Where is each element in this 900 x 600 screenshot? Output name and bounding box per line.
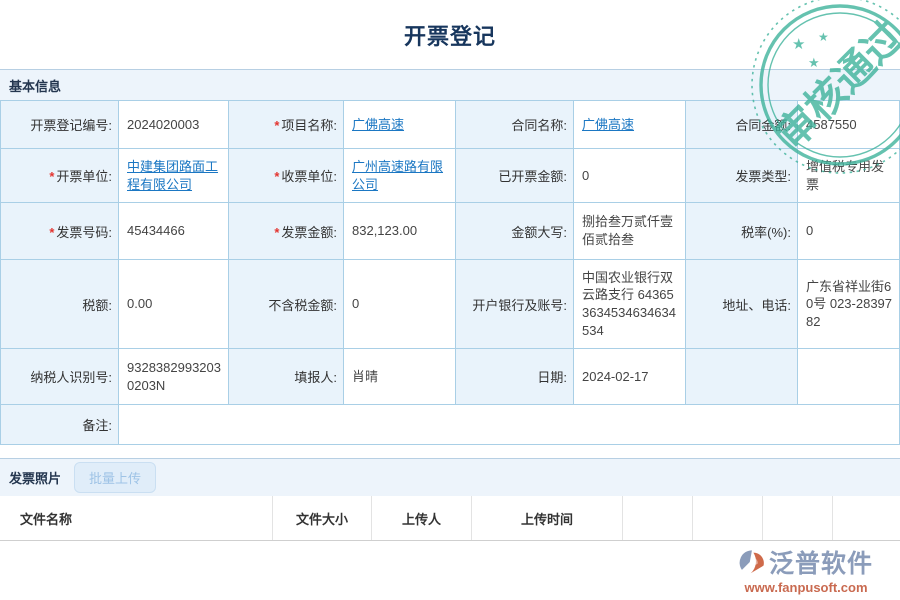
- field-value-reg-no: 2024020003: [119, 101, 229, 149]
- field-value-remark: [119, 405, 900, 445]
- required-marker: *: [274, 118, 279, 133]
- file-header-upload-time: 上传时间: [472, 496, 623, 540]
- field-label-contract-name: 合同名称:: [456, 101, 574, 149]
- brand-url: www.fanpusoft.com: [726, 580, 886, 595]
- form-row-6: 备注:: [1, 405, 900, 445]
- form-row-3: *发票号码: 45434466 *发票金额: 832,123.00 金额大写: …: [1, 203, 900, 260]
- basic-info-title: 基本信息: [9, 76, 61, 95]
- field-value-amount-in-words: 捌拾叁万贰仟壹佰贰拾叁: [574, 203, 686, 260]
- fanpu-logo-icon: [739, 549, 766, 576]
- file-header-empty-1: [623, 496, 693, 540]
- file-header-name: 文件名称: [0, 496, 273, 540]
- batch-upload-button[interactable]: 批量上传: [74, 462, 156, 493]
- project-name-link[interactable]: 广佛高速: [352, 117, 404, 132]
- field-value-invoice-amount: 832,123.00: [344, 203, 456, 260]
- file-header-empty-2: [693, 496, 763, 540]
- field-value-invoice-type: 增值税专用发票: [798, 149, 900, 203]
- empty-label-cell: [686, 349, 798, 405]
- file-header-uploader: 上传人: [372, 496, 472, 540]
- field-value-date: 2024-02-17: [574, 349, 686, 405]
- contract-name-link[interactable]: 广佛高速: [582, 117, 634, 132]
- field-label-taxpayer-id: 纳税人识别号:: [1, 349, 119, 405]
- field-value-invoiced-amount: 0: [574, 149, 686, 203]
- form-row-2: *开票单位: 中建集团路面工程有限公司 *收票单位: 广州高速路有限公司 已开票…: [1, 149, 900, 203]
- form-row-1: 开票登记编号: 2024020003 *项目名称: 广佛高速 合同名称: 广佛高…: [1, 101, 900, 149]
- file-header-empty-4: [833, 496, 900, 540]
- field-value-contract-name: 广佛高速: [574, 101, 686, 149]
- field-label-amount-in-words: 金额大写:: [456, 203, 574, 260]
- form-row-4: 税额: 0.00 不含税金额: 0 开户银行及账号: 中国农业银行双云路支行 6…: [1, 260, 900, 349]
- field-value-invoice-no: 45434466: [119, 203, 229, 260]
- field-label-amount-excl-tax: 不含税金额:: [229, 260, 344, 349]
- required-marker: *: [274, 169, 279, 184]
- required-marker: *: [49, 169, 54, 184]
- field-value-amount-excl-tax: 0: [344, 260, 456, 349]
- invoice-unit-link[interactable]: 中建集团路面工程有限公司: [127, 159, 218, 192]
- invoice-registration-page: 开票登记 ★ ★ ★ 审核通过 基本信息 开票登记编号: 2024020003 …: [0, 0, 900, 600]
- file-header-size: 文件大小: [273, 496, 372, 540]
- empty-value-cell: [798, 349, 900, 405]
- field-value-tax-rate: 0: [798, 203, 900, 260]
- field-label-invoice-type: 发票类型:: [686, 149, 798, 203]
- field-label-tax-rate: 税率(%):: [686, 203, 798, 260]
- field-value-project-name: 广佛高速: [344, 101, 456, 149]
- title-bar: 开票登记: [0, 0, 900, 69]
- field-value-filler: 肖晴: [344, 349, 456, 405]
- field-value-receipt-unit: 广州高速路有限公司: [344, 149, 456, 203]
- invoice-photos-title: 发票照片: [9, 468, 61, 487]
- footer-brand: 泛普软件 www.fanpusoft.com: [726, 544, 886, 595]
- file-table-header: 文件名称 文件大小 上传人 上传时间: [0, 496, 900, 541]
- field-label-invoice-amount: *发票金额:: [229, 203, 344, 260]
- field-label-project-name: *项目名称:: [229, 101, 344, 149]
- required-marker: *: [49, 225, 54, 240]
- field-label-invoiced-amount: 已开票金额:: [456, 149, 574, 203]
- field-label-tax-amount: 税额:: [1, 260, 119, 349]
- field-label-address-phone: 地址、电话:: [686, 260, 798, 349]
- field-value-contract-amount: 4587550: [798, 101, 900, 149]
- field-label-contract-amount: 合同金额:: [686, 101, 798, 149]
- receipt-unit-link[interactable]: 广州高速路有限公司: [352, 159, 443, 192]
- page-title: 开票登记: [404, 19, 496, 51]
- required-marker: *: [274, 225, 279, 240]
- field-value-taxpayer-id: 93283829932030203N: [119, 349, 229, 405]
- section-invoice-photos: 发票照片 批量上传: [0, 458, 900, 496]
- field-label-remark: 备注:: [1, 405, 119, 445]
- field-label-filler: 填报人:: [229, 349, 344, 405]
- field-label-invoice-no: *发票号码:: [1, 203, 119, 260]
- field-value-address-phone: 广东省祥业街60号 023-2839782: [798, 260, 900, 349]
- form-row-5: 纳税人识别号: 93283829932030203N 填报人: 肖晴 日期: 2…: [1, 349, 900, 405]
- basic-info-form: 开票登记编号: 2024020003 *项目名称: 广佛高速 合同名称: 广佛高…: [0, 100, 900, 445]
- field-label-date: 日期:: [456, 349, 574, 405]
- file-header-empty-3: [763, 496, 833, 540]
- field-value-tax-amount: 0.00: [119, 260, 229, 349]
- section-basic-info: 基本信息: [0, 69, 900, 100]
- field-label-bank-and-account: 开户银行及账号:: [456, 260, 574, 349]
- field-label-reg-no: 开票登记编号:: [1, 101, 119, 149]
- field-value-bank-and-account: 中国农业银行双云路支行 643653634534634634534: [574, 260, 686, 349]
- field-value-invoice-unit: 中建集团路面工程有限公司: [119, 149, 229, 203]
- field-label-receipt-unit: *收票单位:: [229, 149, 344, 203]
- field-label-invoice-unit: *开票单位:: [1, 149, 119, 203]
- brand-name: 泛普软件: [769, 544, 873, 580]
